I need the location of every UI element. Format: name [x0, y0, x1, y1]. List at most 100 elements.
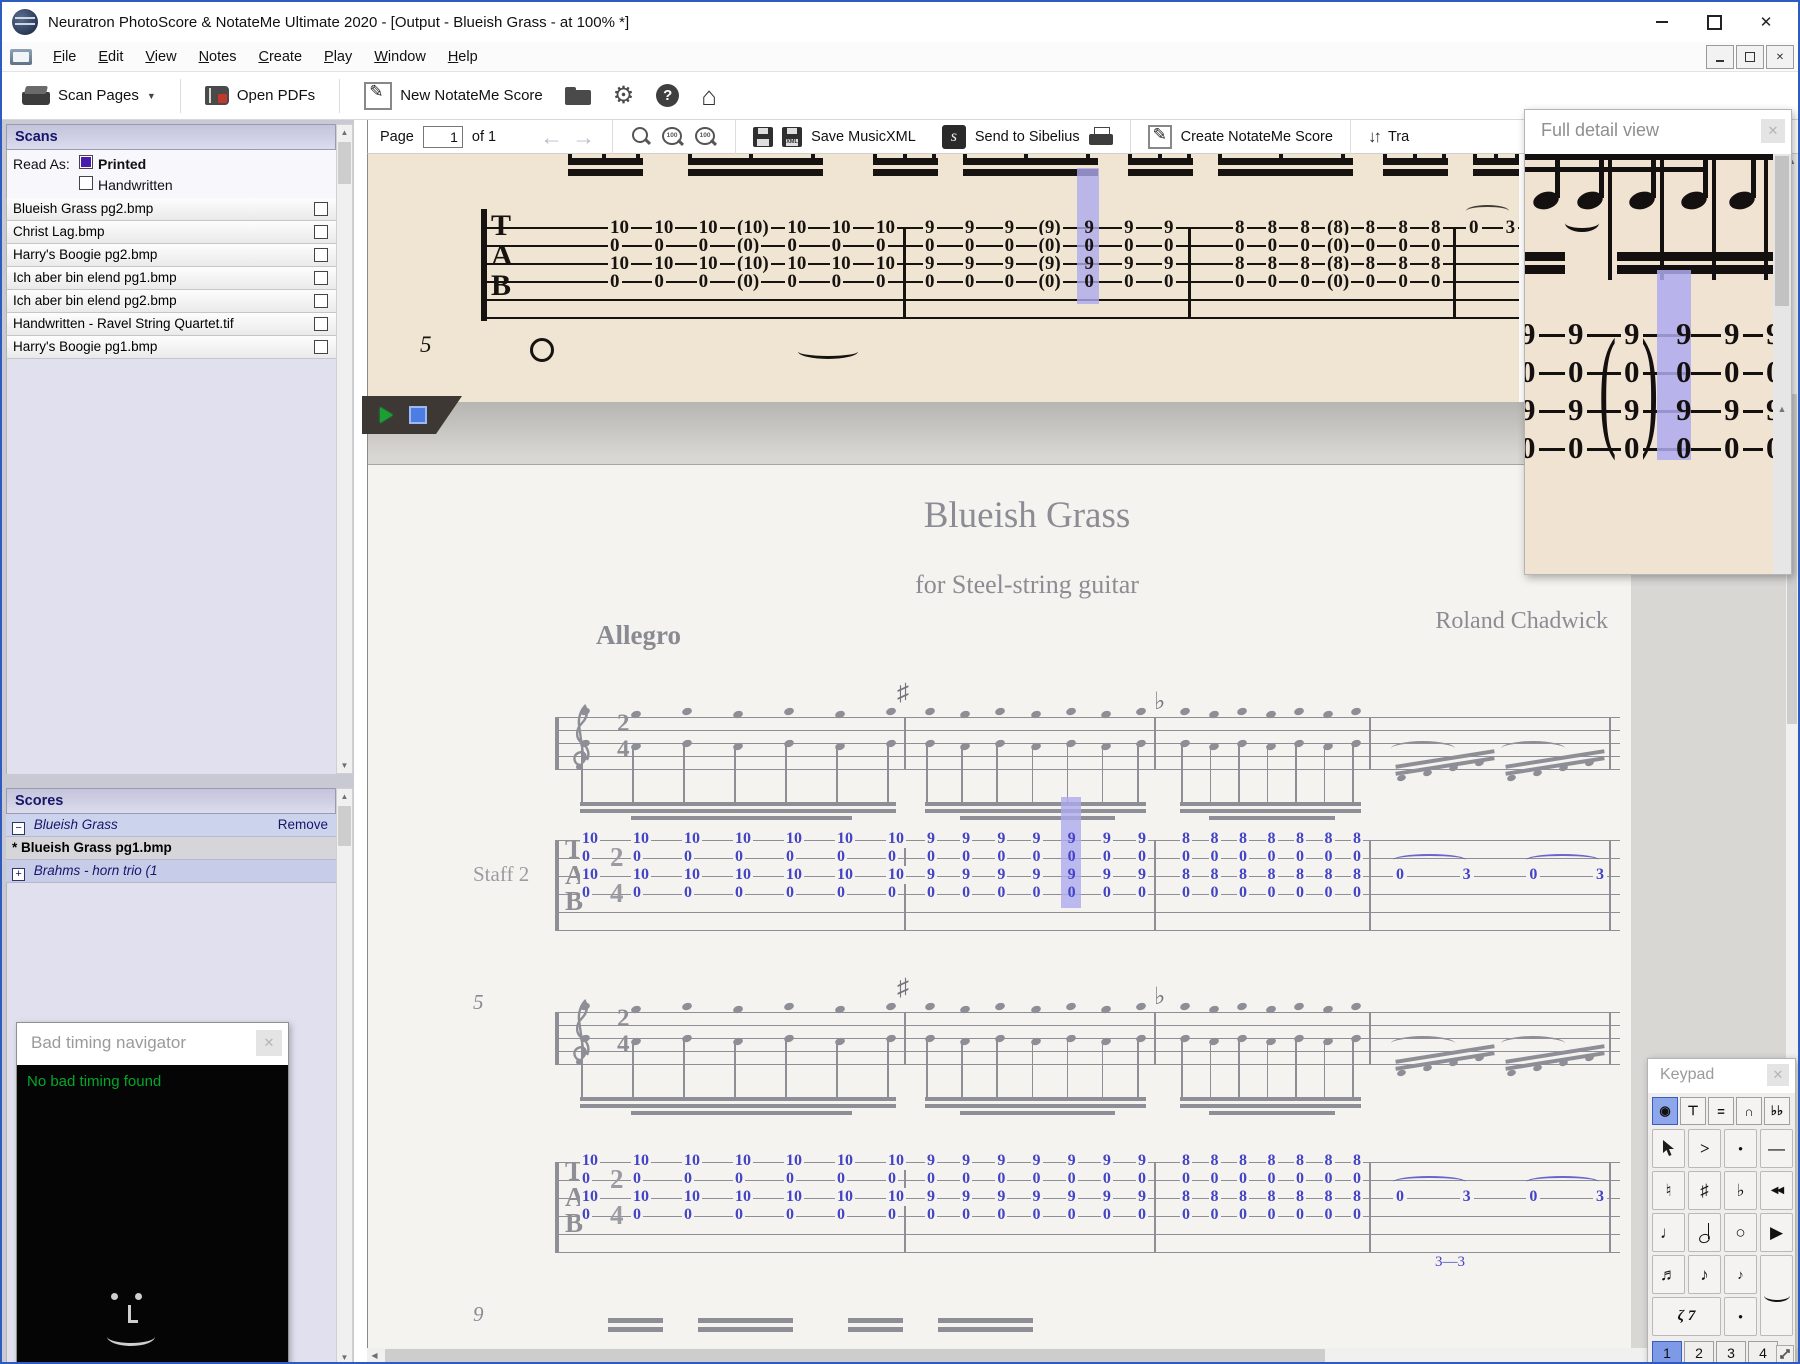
grace-note-key[interactable]: ♪ — [1724, 1255, 1757, 1294]
scrollbar-thumb[interactable] — [338, 806, 351, 846]
menu-window[interactable]: Window — [363, 45, 437, 69]
scan-file-checkbox[interactable] — [314, 202, 328, 216]
help-button[interactable]: ? — [650, 80, 685, 111]
scan-file-checkbox[interactable] — [314, 340, 328, 354]
eighth-note-key[interactable]: ♪ — [1688, 1255, 1721, 1294]
scroll-up-icon[interactable]: ▲ — [1775, 402, 1789, 416]
close-button[interactable]: ✕ — [1761, 119, 1785, 143]
collapse-icon[interactable]: − — [12, 822, 25, 835]
scrollbar-thumb[interactable] — [385, 1349, 1325, 1362]
scan-file-checkbox[interactable] — [314, 294, 328, 308]
scores-scrollbar[interactable]: ▲ ▼ — [336, 788, 353, 1362]
half-note-key[interactable] — [1688, 1213, 1721, 1252]
scroll-up-icon[interactable]: ▲ — [337, 125, 352, 140]
scroll-up-icon[interactable]: ▲ — [337, 789, 352, 804]
scroll-down-icon[interactable]: ▼ — [337, 758, 352, 773]
scan-file-row[interactable]: Blueish Grass pg2.bmp — [6, 198, 336, 221]
keypad-number-2[interactable]: 2 — [1684, 1341, 1714, 1362]
rests-key[interactable]: ζ 7 — [1652, 1297, 1721, 1336]
save-musicxml-label[interactable]: Save MusicXML — [811, 129, 916, 145]
mdi-close-button[interactable]: ✕ — [1766, 45, 1794, 69]
scan-file-row[interactable]: Handwritten - Ravel String Quartet.tif — [6, 313, 336, 336]
keypad-number-1[interactable]: 1 — [1652, 1341, 1682, 1362]
scans-scrollbar[interactable]: ▲ ▼ — [336, 124, 353, 774]
open-pdfs-button[interactable]: Open PDFs — [199, 82, 321, 109]
settings-button[interactable]: ⚙ — [607, 80, 641, 112]
scrollbar-thumb[interactable] — [338, 142, 351, 184]
new-notateme-score-button[interactable]: New NotateMe Score — [358, 78, 549, 114]
play-key[interactable]: ▶ — [1760, 1213, 1793, 1252]
keypad-number-4[interactable]: 4 — [1748, 1341, 1778, 1362]
open-folder-button[interactable] — [559, 83, 597, 109]
close-button[interactable]: ✕ — [1740, 2, 1792, 42]
resize-grip-icon[interactable] — [1776, 1345, 1794, 1362]
expand-icon[interactable]: + — [12, 868, 25, 881]
menu-view[interactable]: View — [134, 45, 187, 69]
play-icon[interactable] — [380, 407, 393, 423]
scan-file-checkbox[interactable] — [314, 271, 328, 285]
mdi-restore-button[interactable] — [1736, 45, 1764, 69]
scan-file-row[interactable]: Harry's Boogie pg1.bmp — [6, 336, 336, 359]
flat-key[interactable]: ♭ — [1724, 1171, 1757, 1210]
transpose-label[interactable]: Tra — [1388, 129, 1409, 145]
keypad-number-3[interactable]: 3 — [1716, 1341, 1746, 1362]
printed-checkbox[interactable] — [79, 155, 93, 169]
rewind-key[interactable]: ◀◀ — [1760, 1171, 1793, 1210]
menu-play[interactable]: Play — [313, 45, 363, 69]
scan-file-row[interactable]: Ich aber bin elend pg1.bmp — [6, 267, 336, 290]
menu-create[interactable]: Create — [247, 45, 313, 69]
printer-icon[interactable] — [1088, 126, 1113, 147]
stop-icon[interactable] — [409, 406, 427, 424]
scrollbar-thumb[interactable] — [1775, 156, 1789, 306]
scroll-left-icon[interactable]: ◀ — [367, 1348, 382, 1362]
whole-note-key[interactable]: ○ — [1724, 1213, 1757, 1252]
send-to-sibelius-label[interactable]: Send to Sibelius — [975, 129, 1080, 145]
save-icon[interactable] — [753, 126, 774, 147]
scroll-down-icon[interactable]: ▼ — [337, 1350, 352, 1362]
close-button[interactable]: ✕ — [1767, 1064, 1789, 1086]
sixteenth-note-key[interactable]: ♬ — [1652, 1255, 1685, 1294]
page-number-input[interactable]: 1 — [422, 125, 463, 148]
double-line-tab[interactable]: = — [1708, 1097, 1734, 1125]
horizontal-scrollbar[interactable]: ◀ ▶ — [367, 1348, 1790, 1362]
augmentation-dot-key[interactable]: • — [1724, 1297, 1757, 1336]
menu-file[interactable]: File — [42, 45, 87, 69]
whole-note-tab[interactable]: ◉ — [1652, 1097, 1678, 1125]
maximize-button[interactable] — [1688, 2, 1740, 42]
scan-file-row[interactable]: Christ Lag.bmp — [6, 221, 336, 244]
zoom-icon[interactable] — [630, 126, 652, 148]
stem-beam-tab[interactable]: ⊤ — [1680, 1097, 1706, 1125]
save-musicxml-icon[interactable] — [782, 126, 803, 147]
mdi-minimize-button[interactable] — [1706, 45, 1734, 69]
scan-file-checkbox[interactable] — [314, 248, 328, 262]
handwritten-checkbox[interactable] — [79, 176, 93, 190]
score-item-brahms[interactable]: + Brahms - horn trio (1 — [6, 860, 336, 883]
chevron-down-icon[interactable]: ▼ — [147, 91, 156, 101]
scan-file-row[interactable]: Harry's Boogie pg2.bmp — [6, 244, 336, 267]
remove-link[interactable]: Remove — [278, 817, 328, 832]
scan-file-row[interactable]: Ich aber bin elend pg2.bmp — [6, 290, 336, 313]
full-detail-body[interactable]: ()909090909090909090909090▲ — [1525, 154, 1791, 574]
staccato-dot-key[interactable]: • — [1724, 1129, 1757, 1168]
transpose-icon[interactable]: ↓↑ — [1368, 127, 1382, 147]
fermata-tab[interactable]: ∩ — [1736, 1097, 1762, 1125]
score-item-blueish-grass[interactable]: − Blueish Grass Remove — [6, 814, 336, 837]
tie-key[interactable] — [1760, 1255, 1793, 1336]
sibelius-icon[interactable]: s — [941, 124, 966, 149]
menu-help[interactable]: Help — [437, 45, 489, 69]
scan-pages-button[interactable]: Scan Pages ▼ — [16, 82, 162, 110]
menu-edit[interactable]: Edit — [87, 45, 134, 69]
quarter-note-key[interactable]: ♩ — [1652, 1213, 1685, 1252]
home-button[interactable]: ⌂ — [695, 80, 723, 112]
zoom-in-100-icon[interactable]: 100 — [694, 126, 718, 148]
pen-square-icon[interactable] — [1147, 124, 1172, 149]
zoom-out-100-icon[interactable]: 100 — [661, 126, 685, 148]
scan-file-checkbox[interactable] — [314, 225, 328, 239]
scan-file-checkbox[interactable] — [314, 317, 328, 331]
accent-key[interactable]: > — [1688, 1129, 1721, 1168]
previous-page-icon[interactable]: ← — [540, 125, 563, 148]
pointer-key[interactable] — [1652, 1129, 1685, 1168]
next-page-icon[interactable]: → — [572, 125, 595, 148]
minimize-button[interactable] — [1636, 2, 1688, 42]
score-item-page[interactable]: * Blueish Grass pg1.bmp — [6, 837, 336, 860]
